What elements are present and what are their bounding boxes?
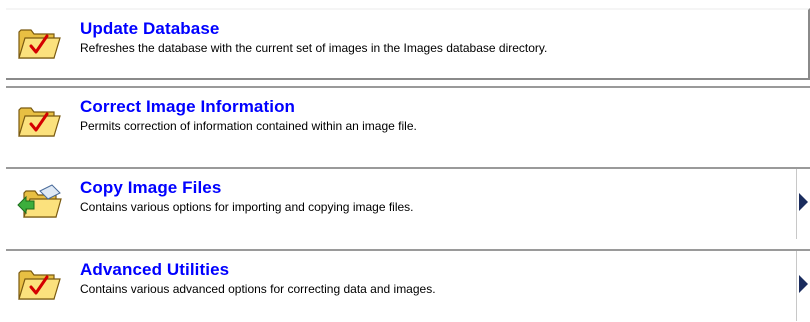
- menu-item-title: Update Database: [80, 19, 220, 38]
- menu-item-description: Contains various advanced options for co…: [80, 282, 436, 296]
- menu-item-title: Copy Image Files: [80, 178, 222, 197]
- folder-check-icon: [18, 270, 61, 300]
- folder-copy-icon: [17, 184, 62, 218]
- menu-item-description: Contains various options for importing a…: [80, 200, 414, 214]
- menu-item-copy-image-files[interactable]: Copy Image Files Contains various option…: [6, 167, 810, 239]
- menu-item-description: Permits correction of information contai…: [80, 119, 417, 133]
- utilities-menu: Update Database Refreshes the database w…: [0, 0, 810, 322]
- menu-item-correct-image-information[interactable]: Correct Image Information Permits correc…: [6, 86, 810, 158]
- folder-check-icon: [18, 107, 61, 137]
- submenu-arrow-icon[interactable]: [799, 193, 808, 211]
- menu-item-title: Correct Image Information: [80, 97, 296, 116]
- submenu-separator: [796, 169, 797, 239]
- menu-item-update-database[interactable]: Update Database Refreshes the database w…: [6, 8, 810, 80]
- folder-check-icon: [18, 29, 61, 59]
- menu-item-description: Refreshes the database with the current …: [80, 41, 548, 55]
- menu-item-title: Advanced Utilities: [80, 260, 230, 279]
- menu-item-advanced-utilities[interactable]: Advanced Utilities Contains various adva…: [6, 249, 810, 321]
- submenu-separator: [796, 251, 797, 321]
- submenu-arrow-icon[interactable]: [799, 275, 808, 293]
